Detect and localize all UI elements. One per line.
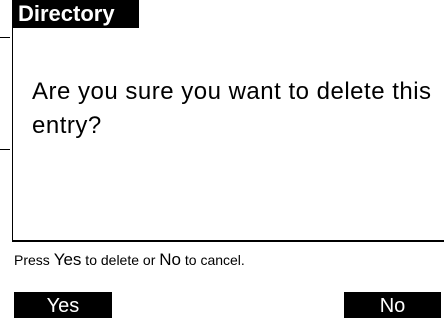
hint-suffix: to cancel. — [180, 252, 245, 268]
hint-prefix: Press — [14, 252, 54, 268]
screen-title: Directory — [12, 0, 139, 28]
screen-left-border — [12, 0, 13, 240]
hint-middle: to delete or — [81, 252, 160, 268]
softkey-divider — [12, 240, 444, 242]
hint-yes-key: Yes — [53, 250, 82, 269]
bezel-tick-middle — [0, 149, 10, 150]
no-softkey-button[interactable]: No — [344, 292, 441, 318]
hint-text: Press Yes to delete or No to cancel. — [14, 250, 245, 270]
bezel-tick-top — [0, 37, 10, 38]
device-screen: Directory Are you sure you want to delet… — [12, 0, 444, 318]
hint-no-key: No — [159, 250, 181, 269]
yes-softkey-button[interactable]: Yes — [14, 292, 112, 318]
confirm-message: Are you sure you want to delete this ent… — [32, 78, 432, 139]
